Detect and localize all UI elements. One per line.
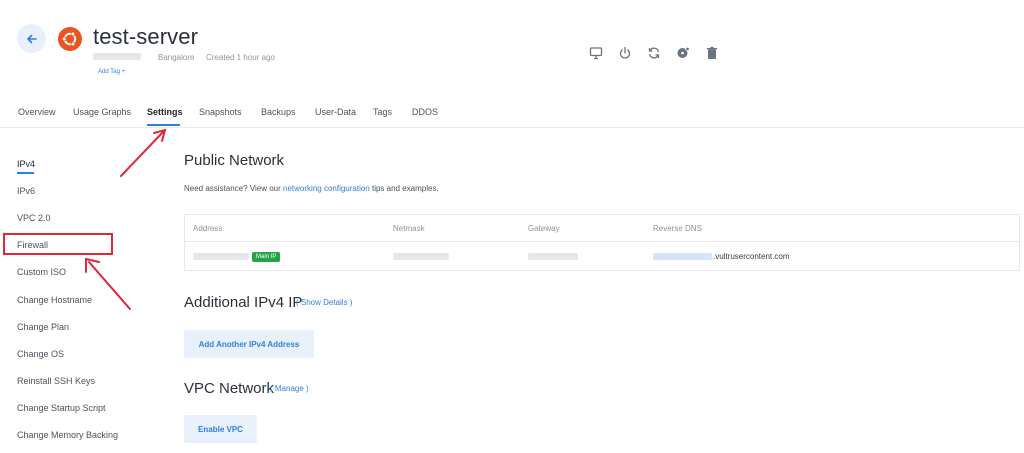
manage-vpc-link[interactable]: ( Manage ) [270, 384, 309, 393]
column-netmask: Netmask [393, 224, 425, 233]
vpc-network-heading: VPC Network [184, 380, 275, 397]
address-redacted [193, 253, 249, 260]
reverse-dns-redacted [653, 253, 712, 260]
column-reverse-dns: Reverse DNS [653, 224, 702, 233]
arrow-to-firewall [88, 261, 131, 310]
gateway-redacted [528, 253, 578, 260]
reverse-dns-link[interactable]: .vultrusercontent.com [713, 252, 789, 261]
show-details-link[interactable]: ( Show Details ) [296, 298, 352, 307]
help-text-prefix: Need assistance? View our [184, 184, 284, 193]
table-header-row [185, 215, 1019, 242]
main-ip-badge-label: Main IP [252, 252, 281, 262]
column-gateway: Gateway [528, 224, 560, 233]
public-network-table: Address Netmask Gateway Reverse DNS Main… [184, 214, 1020, 271]
main-ip-badge: Main IP [252, 251, 281, 262]
arrow-to-settings [120, 131, 164, 177]
networking-help-text: Need assistance? View our networking con… [184, 184, 439, 193]
add-ipv4-button[interactable]: Add Another IPv4 Address [184, 330, 314, 358]
enable-vpc-button[interactable]: Enable VPC [184, 415, 257, 443]
help-text-suffix: tips and examples. [369, 184, 439, 193]
column-address: Address [193, 224, 223, 233]
public-network-heading: Public Network [184, 152, 285, 169]
additional-ipv4-heading: Additional IPv4 IP [184, 294, 303, 311]
networking-configuration-link[interactable]: networking configuration [283, 184, 370, 193]
netmask-redacted [393, 253, 449, 260]
